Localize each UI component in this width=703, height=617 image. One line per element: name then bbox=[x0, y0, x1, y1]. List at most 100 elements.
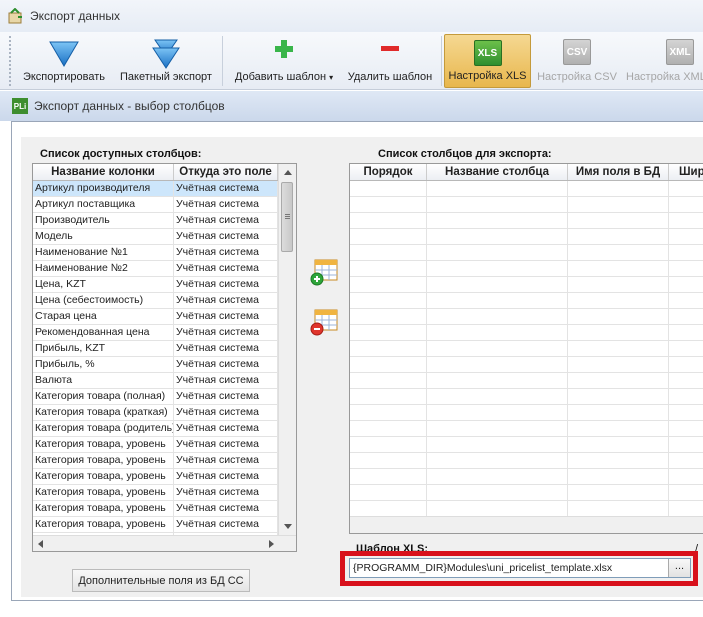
empty-cell bbox=[669, 181, 703, 196]
vertical-scrollbar[interactable] bbox=[278, 164, 296, 535]
table-row[interactable]: Прибыль, KZT Учётная система bbox=[33, 341, 278, 357]
add-template-button[interactable]: Добавить шаблон ▾ bbox=[228, 34, 340, 88]
toolbar-grip[interactable] bbox=[9, 36, 11, 86]
table-row[interactable]: Категория товара, уровень Учётная система bbox=[33, 501, 278, 517]
table-row[interactable]: Категория товара, уровень Учётная система bbox=[33, 485, 278, 501]
scroll-down-icon[interactable] bbox=[284, 524, 292, 529]
empty-row bbox=[350, 229, 703, 245]
table-row[interactable]: Артикул производителя Учётная система bbox=[33, 181, 278, 197]
grid-body bbox=[350, 181, 703, 517]
empty-cell bbox=[427, 229, 568, 244]
empty-cell bbox=[669, 197, 703, 212]
window-title: Экспорт данных bbox=[30, 9, 120, 23]
empty-cell bbox=[568, 261, 669, 276]
highlight-box bbox=[340, 551, 698, 586]
table-row[interactable]: Категория товара, уровень Учётная система bbox=[33, 453, 278, 469]
chevron-down-icon: ▾ bbox=[329, 73, 334, 82]
column-header-width[interactable]: Шир bbox=[669, 164, 703, 180]
empty-cell bbox=[350, 437, 427, 452]
delete-template-button-label: Удалить шаблон bbox=[347, 71, 433, 83]
xls-settings-button[interactable]: XLS Настройка XLS bbox=[444, 34, 531, 88]
add-column-icon bbox=[310, 259, 338, 286]
cell-source: Учётная система bbox=[174, 213, 278, 228]
table-row[interactable]: Цена, KZT Учётная система bbox=[33, 277, 278, 293]
empty-cell bbox=[427, 405, 568, 420]
table-row[interactable]: Артикул поставщика Учётная система bbox=[33, 197, 278, 213]
cell-column-name: Прибыль, KZT bbox=[33, 341, 174, 356]
csv-settings-button-label: Настройка CSV bbox=[537, 71, 617, 83]
empty-cell bbox=[350, 485, 427, 500]
cell-column-name: Категория товара, уровень bbox=[33, 437, 174, 452]
empty-row bbox=[350, 293, 703, 309]
table-row[interactable]: Прибыль, % Учётная система bbox=[33, 357, 278, 373]
cell-source: Учётная система bbox=[174, 389, 278, 404]
horizontal-scrollbar[interactable] bbox=[33, 535, 296, 551]
empty-row bbox=[350, 453, 703, 469]
table-row[interactable]: Производитель Учётная система bbox=[33, 213, 278, 229]
empty-row bbox=[350, 309, 703, 325]
add-template-button-label: Добавить шаблон bbox=[234, 71, 327, 83]
toolbar-separator bbox=[441, 36, 442, 86]
cell-source: Учётная система bbox=[174, 501, 278, 516]
batch-export-button[interactable]: Пакетный экспорт bbox=[114, 34, 218, 88]
cell-source: Учётная система bbox=[174, 357, 278, 372]
table-row[interactable]: Категория товара (полная) Учётная система bbox=[33, 389, 278, 405]
remove-column-button[interactable] bbox=[309, 307, 339, 337]
table-row[interactable]: Модель Учётная система bbox=[33, 229, 278, 245]
cell-source: Учётная система bbox=[174, 197, 278, 212]
table-row[interactable]: Категория товара (краткая) Учётная систем… bbox=[33, 405, 278, 421]
table-row[interactable]: Наименование №1 Учётная система bbox=[33, 245, 278, 261]
empty-row bbox=[350, 181, 703, 197]
scrollbar-thumb[interactable] bbox=[281, 182, 293, 252]
xml-settings-button[interactable]: XML Настройка XML bbox=[624, 34, 703, 88]
table-row[interactable]: Категория товара, уровень Учётная система bbox=[33, 437, 278, 453]
empty-cell bbox=[568, 357, 669, 372]
cell-column-name: Наименование №2 bbox=[33, 261, 174, 276]
table-row[interactable]: Категория товара, уровень Учётная система bbox=[33, 517, 278, 533]
table-row[interactable]: Цена (себестоимость) Учётная система bbox=[33, 293, 278, 309]
empty-cell bbox=[427, 357, 568, 372]
table-row[interactable]: Старая цена Учётная система bbox=[33, 309, 278, 325]
scroll-right-icon[interactable] bbox=[269, 540, 274, 548]
column-header-db-field[interactable]: Имя поля в БД bbox=[568, 164, 669, 180]
empty-cell bbox=[350, 277, 427, 292]
csv-settings-button[interactable]: CSV Настройка CSV bbox=[534, 34, 620, 88]
grid-header: Порядок Название столбца Имя поля в БД Ш… bbox=[350, 164, 703, 181]
column-header-order[interactable]: Порядок bbox=[350, 164, 427, 180]
empty-row bbox=[350, 437, 703, 453]
add-column-button[interactable] bbox=[309, 257, 339, 287]
empty-cell bbox=[427, 437, 568, 452]
empty-cell bbox=[568, 501, 669, 516]
empty-cell bbox=[669, 277, 703, 292]
cell-column-name: Артикул поставщика bbox=[33, 197, 174, 212]
column-header-name[interactable]: Название колонки bbox=[33, 164, 174, 180]
cell-column-name: Цена, KZT bbox=[33, 277, 174, 292]
table-row[interactable]: Рекомендованная цена Учётная система bbox=[33, 325, 278, 341]
cell-column-name: Модель bbox=[33, 229, 174, 244]
export-button[interactable]: Экспортировать bbox=[16, 34, 112, 88]
empty-row bbox=[350, 405, 703, 421]
table-row[interactable]: Наименование №2 Учётная система bbox=[33, 261, 278, 277]
cell-column-name: Категория товара, уровень bbox=[33, 453, 174, 468]
empty-cell bbox=[427, 309, 568, 324]
empty-cell bbox=[427, 421, 568, 436]
horizontal-scrollbar[interactable] bbox=[350, 516, 703, 533]
pli-logo-icon: PLi bbox=[12, 98, 28, 114]
empty-cell bbox=[568, 277, 669, 292]
cell-column-name: Категория товара (полная) bbox=[33, 389, 174, 404]
scroll-left-icon[interactable] bbox=[38, 540, 43, 548]
scroll-up-icon[interactable] bbox=[284, 170, 292, 175]
delete-template-button[interactable]: Удалить шаблон bbox=[342, 34, 438, 88]
empty-cell bbox=[568, 405, 669, 420]
cell-column-name: Категория товара (краткая) bbox=[33, 405, 174, 420]
cell-column-name: Валюта bbox=[33, 373, 174, 388]
column-header-title[interactable]: Название столбца bbox=[427, 164, 568, 180]
table-row[interactable]: Валюта Учётная система bbox=[33, 373, 278, 389]
table-row[interactable]: Категория товара, уровень Учётная система bbox=[33, 469, 278, 485]
column-header-source[interactable]: Откуда это поле bbox=[174, 164, 278, 180]
table-row[interactable]: Категория товара (родитель) Учётная систе… bbox=[33, 421, 278, 437]
extra-fields-button[interactable]: Дополнительные поля из БД СС bbox=[72, 569, 250, 592]
xml-icon: XML bbox=[666, 39, 694, 65]
remove-column-icon bbox=[310, 309, 338, 336]
empty-cell bbox=[427, 197, 568, 212]
